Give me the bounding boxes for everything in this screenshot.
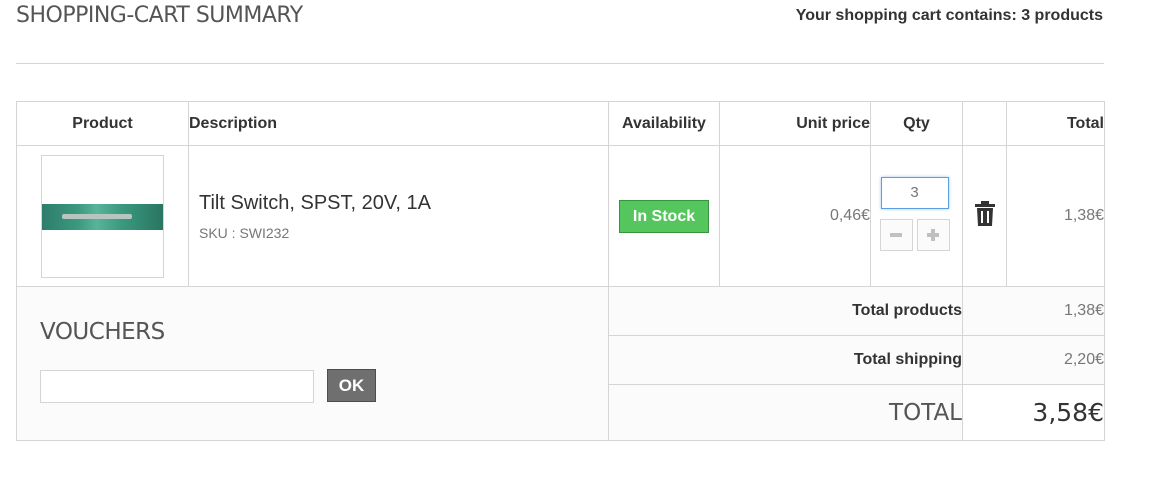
- grand-total-label: TOTAL: [608, 384, 963, 441]
- total-products-label: Total products: [608, 286, 963, 336]
- total-shipping-value: 2,20€: [962, 335, 1105, 385]
- table-header-row: Product Description Availability Unit pr…: [16, 101, 1105, 146]
- stock-badge: In Stock: [618, 199, 710, 233]
- vouchers-title: VOUCHERS: [40, 319, 165, 345]
- product-sku: SKU : SWI232: [199, 224, 290, 241]
- page-title: SHOPPING-CART SUMMARY: [16, 3, 303, 28]
- column-header-availability: Availability: [608, 101, 720, 146]
- total-shipping-label: Total shipping: [608, 335, 963, 385]
- column-header-total: Total: [1006, 101, 1105, 146]
- cart-count-text: Your shopping cart contains: 3 products: [795, 7, 1103, 24]
- column-header-delete: [962, 101, 1007, 146]
- voucher-ok-button[interactable]: OK: [327, 369, 376, 402]
- summary-row-products: VOUCHERS OK Total products 1,38€: [16, 286, 1105, 441]
- availability-cell: In Stock: [608, 145, 720, 287]
- minus-icon: [890, 233, 902, 237]
- quantity-input[interactable]: 3: [880, 177, 949, 209]
- voucher-code-input[interactable]: [40, 370, 314, 403]
- column-header-unit-price: Unit price: [719, 101, 871, 146]
- cart-item-row: Tilt Switch, SPST, 20V, 1A SKU : SWI232 …: [16, 145, 1105, 287]
- plus-icon: [927, 229, 939, 241]
- quantity-increase-button[interactable]: [916, 219, 950, 251]
- product-name-link[interactable]: Tilt Switch, SPST, 20V, 1A: [189, 192, 608, 215]
- vouchers-section: VOUCHERS OK: [16, 286, 609, 441]
- qty-cell: 3: [870, 145, 963, 287]
- column-header-description: Description: [188, 101, 609, 146]
- column-header-product: Product: [16, 101, 189, 146]
- item-total: 1,38€: [1006, 145, 1105, 287]
- divider: [16, 63, 1104, 64]
- product-image-cell: [16, 145, 189, 287]
- product-description-cell: Tilt Switch, SPST, 20V, 1A SKU : SWI232: [188, 145, 609, 287]
- product-image[interactable]: [41, 154, 164, 278]
- column-header-qty: Qty: [870, 101, 963, 146]
- grand-total-value: 3,58€: [962, 384, 1105, 441]
- total-products-value: 1,38€: [962, 286, 1105, 336]
- delete-item-button[interactable]: [974, 200, 996, 231]
- cart-table: Product Description Availability Unit pr…: [16, 101, 1105, 441]
- delete-cell: [962, 145, 1007, 287]
- trash-icon: [974, 200, 995, 226]
- unit-price: 0,46€: [719, 145, 871, 287]
- quantity-decrease-button[interactable]: [879, 219, 913, 251]
